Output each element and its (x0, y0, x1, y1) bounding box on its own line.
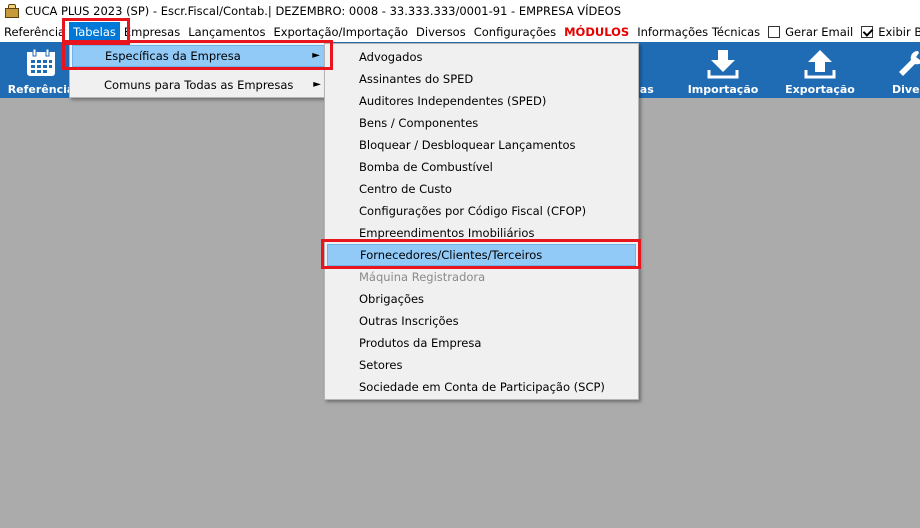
exibir-barra-checkbox[interactable] (861, 26, 874, 38)
menu-item-label: Específicas da Empresa (105, 49, 241, 63)
exibir-barra-toggle[interactable]: Exibir Barra de (857, 22, 920, 42)
menu-item-comuns-para-todas[interactable]: Comuns para Todas as Empresas ► (72, 74, 327, 96)
submenu-item-auditores[interactable]: Auditores Independentes (SPED) (327, 90, 636, 112)
chevron-right-icon: ► (313, 79, 321, 90)
chevron-right-icon: ► (312, 50, 320, 61)
app-icon (4, 3, 20, 19)
toolbar-exportacao-button[interactable]: Exportação (779, 42, 861, 98)
menu-lancamentos[interactable]: Lançamentos (184, 22, 269, 42)
toolbar-diversos-button[interactable]: Diver (882, 42, 920, 98)
title-bar: CUCA PLUS 2023 (SP) - Escr.Fiscal/Contab… (0, 0, 920, 22)
download-arrow-icon (707, 50, 739, 79)
submenu-item-configuracoes-cfop[interactable]: Configurações por Código Fiscal (CFOP) (327, 200, 636, 222)
submenu-item-fornecedores-clientes[interactable]: Fornecedores/Clientes/Terceiros (327, 244, 636, 266)
gerar-email-toggle[interactable]: Gerar Email (764, 22, 857, 42)
gerar-email-checkbox[interactable] (768, 26, 781, 38)
toolbar-exportacao-label: Exportação (785, 83, 855, 96)
toolbar-importacao-label: Importação (687, 83, 759, 96)
wrench-icon (899, 50, 920, 76)
toolbar-diversos-label: Diver (892, 83, 920, 96)
menu-configuracoes[interactable]: Configurações (470, 22, 560, 42)
calendar-icon (27, 48, 55, 76)
menu-modulos[interactable]: MÓDULOS (560, 22, 633, 42)
upload-arrow-icon (804, 50, 836, 79)
especificas-submenu: Advogados Assinantes do SPED Auditores I… (324, 43, 639, 400)
submenu-item-maquina-registradora: Máquina Registradora (359, 270, 486, 284)
toolbar-partial-button[interactable]: ias (636, 42, 666, 98)
submenu-item-bomba-combustivel[interactable]: Bomba de Combustível (327, 156, 636, 178)
menu-tabelas[interactable]: Tabelas (69, 22, 120, 42)
toolbar-partial-label: ias (636, 83, 654, 96)
gerar-email-label: Gerar Email (785, 25, 854, 39)
submenu-item-outras-inscricoes[interactable]: Outras Inscrições (327, 310, 636, 332)
menu-empresas[interactable]: Empresas (120, 22, 184, 42)
submenu-item-assinantes-sped[interactable]: Assinantes do SPED (327, 68, 636, 90)
window-title: CUCA PLUS 2023 (SP) - Escr.Fiscal/Contab… (25, 4, 621, 18)
submenu-item-obrigacoes[interactable]: Obrigações (327, 288, 636, 310)
menu-item-label: Comuns para Todas as Empresas (104, 78, 294, 92)
menu-exportacao-importacao[interactable]: Exportação/Importação (269, 22, 412, 42)
submenu-item-advogados[interactable]: Advogados (327, 46, 636, 68)
submenu-item-bloquear-lancamentos[interactable]: Bloquear / Desbloquear Lançamentos (327, 134, 636, 156)
submenu-item-empreendimentos[interactable]: Empreendimentos Imobiliários (327, 222, 636, 244)
menu-item-especificas-da-empresa[interactable]: Específicas da Empresa ► (72, 45, 327, 67)
submenu-item-bens-componentes[interactable]: Bens / Componentes (327, 112, 636, 134)
tabelas-dropdown: Específicas da Empresa ► Comuns para Tod… (69, 42, 330, 98)
toolbar-importacao-button[interactable]: Importação (682, 42, 764, 98)
submenu-item-scp[interactable]: Sociedade em Conta de Participação (SCP) (327, 376, 636, 398)
menu-referencia[interactable]: Referência (0, 22, 69, 42)
submenu-item-centro-custo[interactable]: Centro de Custo (327, 178, 636, 200)
menu-diversos[interactable]: Diversos (412, 22, 470, 42)
submenu-item-setores[interactable]: Setores (327, 354, 636, 376)
submenu-item-produtos-empresa[interactable]: Produtos da Empresa (327, 332, 636, 354)
menu-informacoes-tecnicas[interactable]: Informações Técnicas (633, 22, 764, 42)
exibir-barra-label: Exibir Barra de (878, 25, 920, 39)
menu-bar: Referência Tabelas Empresas Lançamentos … (0, 22, 920, 42)
